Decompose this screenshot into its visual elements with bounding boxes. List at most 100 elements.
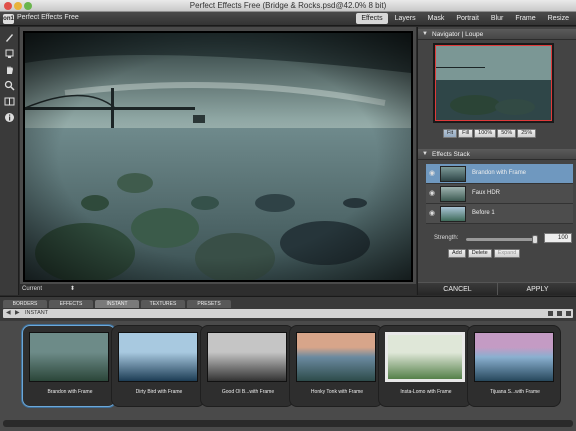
preset-label: Tijuana S...with Frame [490, 389, 540, 395]
strength-slider[interactable] [466, 235, 538, 244]
module-tab-layers[interactable]: Layers [390, 13, 421, 24]
layer-thumbnail [440, 166, 466, 182]
preset-grid: Brandon with Frame Dirty Bird with Frame… [0, 321, 576, 431]
preset-image [207, 332, 287, 382]
browser-path-label: INSTANT [25, 310, 49, 316]
preset-scrollbar[interactable] [3, 420, 573, 427]
layer-name: Faux HDR [472, 190, 501, 196]
zoom-fill-button[interactable]: Fill [458, 129, 474, 138]
layer-actions: Add Delete Expand [448, 249, 521, 258]
visibility-eye-icon[interactable]: ◉ [429, 210, 437, 218]
preset-image [118, 332, 198, 382]
preset-image [385, 332, 465, 382]
zoom-100-button[interactable]: 100% [474, 129, 497, 138]
navigator-title: Navigator | Loupe [432, 31, 484, 38]
back-arrow-icon[interactable]: ◀ [6, 309, 11, 318]
preset-thumbnail-card[interactable]: Tijuana S...with Frame [467, 325, 561, 407]
category-tabs: BORDERS EFFECTS INSTANT TEXTURES PRESETS [3, 300, 231, 308]
app-name: Perfect Effects Free [17, 14, 79, 21]
preset-image [474, 332, 554, 382]
collapse-triangle-icon[interactable]: ▼ [422, 151, 428, 157]
delete-layer-button[interactable]: Delete [467, 249, 492, 258]
forward-arrow-icon[interactable]: ▶ [15, 309, 20, 318]
photo-preview[interactable] [23, 31, 413, 282]
masking-bug-icon[interactable] [3, 47, 16, 60]
effects-stack-title: Effects Stack [432, 151, 470, 158]
layer-name: Brandon with Frame [472, 170, 527, 176]
add-layer-button[interactable]: Add [448, 249, 466, 258]
preset-label: Dirty Bird with Frame [135, 389, 183, 395]
module-tab-frame[interactable]: Frame [510, 13, 540, 24]
module-toolbar: on1 Perfect Effects Free Effects Layers … [0, 12, 576, 26]
navigator-thumbnail[interactable] [433, 43, 554, 123]
effects-stack-header[interactable]: ▼ Effects Stack [418, 149, 576, 160]
strength-slider-handle[interactable] [532, 235, 538, 244]
effects-stack-list: ◉ Brandon with Frame ◉ Faux HDR ◉ Before… [426, 164, 573, 224]
module-tab-portrait[interactable]: Portrait [451, 13, 484, 24]
module-tab-mask[interactable]: Mask [423, 13, 450, 24]
apply-button[interactable]: APPLY [497, 282, 576, 295]
tool-palette [0, 27, 19, 295]
hand-icon[interactable] [3, 63, 16, 76]
strength-slider-fill [466, 238, 535, 241]
category-tab-textures[interactable]: TEXTURES [141, 300, 185, 308]
preview-mode-toggle[interactable]: ⬍ [70, 285, 75, 292]
preset-label: Good Ol B...with Frame [221, 389, 275, 395]
window-title: Perfect Effects Free (Bridge & Rocks.psd… [189, 1, 387, 10]
preview-mode-label: Current [22, 286, 43, 292]
navigator-viewport-box[interactable] [435, 45, 552, 121]
preset-label: Insta-Lomo with Frame [400, 389, 452, 395]
category-tab-borders[interactable]: BORDERS [3, 300, 47, 308]
title-bar: Perfect Effects Free (Bridge & Rocks.psd… [0, 0, 576, 12]
list-view-icon[interactable] [557, 311, 562, 316]
layer-name: Before 1 [472, 210, 495, 216]
module-tab-blur[interactable]: Blur [486, 13, 508, 24]
preset-browser: BORDERS EFFECTS INSTANT TEXTURES PRESETS… [0, 296, 576, 431]
preset-label: Honky Tonk with Frame [310, 389, 364, 395]
preset-thumbnail-card[interactable]: Brandon with Frame [22, 325, 116, 407]
preset-thumbnail-card[interactable]: Dirty Bird with Frame [111, 325, 205, 407]
strength-value-field[interactable]: 100 [544, 233, 572, 243]
category-tab-instant[interactable]: INSTANT [95, 300, 139, 308]
navigator-header[interactable]: ▼ Navigator | Loupe [418, 29, 576, 40]
zoom-icon[interactable] [3, 79, 16, 92]
preset-image [29, 332, 109, 382]
grid-view-icon[interactable] [548, 311, 553, 316]
preset-thumbnail-card[interactable]: Honky Tonk with Frame [289, 325, 383, 407]
preset-label: Brandon with Frame [47, 389, 93, 395]
compare-icon[interactable] [3, 95, 16, 108]
canvas-area[interactable]: Current ⬍ [20, 27, 416, 295]
zoom-fit-button[interactable]: Fit [443, 129, 458, 138]
preset-thumbnail-card[interactable]: Insta-Lomo with Frame [378, 325, 472, 407]
preset-thumbnail-card[interactable]: Good Ol B...with Frame [200, 325, 294, 407]
cancel-button[interactable]: CANCEL [418, 282, 497, 295]
zoom-50-button[interactable]: 50% [497, 129, 517, 138]
module-tab-effects[interactable]: Effects [356, 13, 388, 24]
info-icon[interactable] [3, 111, 16, 124]
visibility-eye-icon[interactable]: ◉ [429, 170, 437, 178]
brush-icon[interactable] [3, 31, 16, 44]
preview-status-bar: Current ⬍ [20, 284, 416, 295]
stack-layer[interactable]: ◉ Brandon with Frame [426, 164, 573, 184]
layer-thumbnail [440, 186, 466, 202]
app-window: Perfect Effects Free (Bridge & Rocks.psd… [0, 0, 576, 431]
zoom-buttons: Fit Fill 100% 50% 25% [443, 129, 537, 138]
strength-label: Strength: [434, 235, 459, 241]
browser-path-bar: ◀ ▶ INSTANT [3, 309, 573, 318]
preset-image [296, 332, 376, 382]
category-tab-presets[interactable]: PRESETS [187, 300, 231, 308]
visibility-eye-icon[interactable]: ◉ [429, 190, 437, 198]
stack-layer[interactable]: ◉ Faux HDR [426, 184, 573, 204]
collapse-triangle-icon[interactable]: ▼ [422, 31, 428, 37]
stack-layer[interactable]: ◉ Before 1 [426, 204, 573, 224]
module-tabs: Effects Layers Mask Portrait Blur Frame … [356, 13, 574, 24]
expand-layer-button[interactable]: Expand [493, 249, 521, 258]
dialog-actions: CANCEL APPLY [418, 282, 576, 295]
app-logo: on1 [3, 14, 14, 24]
layer-thumbnail [440, 206, 466, 222]
zoom-25-button[interactable]: 25% [517, 129, 537, 138]
category-tab-effects[interactable]: EFFECTS [49, 300, 93, 308]
detail-view-icon[interactable] [566, 311, 571, 316]
module-tab-resize[interactable]: Resize [543, 13, 574, 24]
right-panel: ▼ Navigator | Loupe Fit Fill 100% 50% 25… [417, 27, 576, 295]
